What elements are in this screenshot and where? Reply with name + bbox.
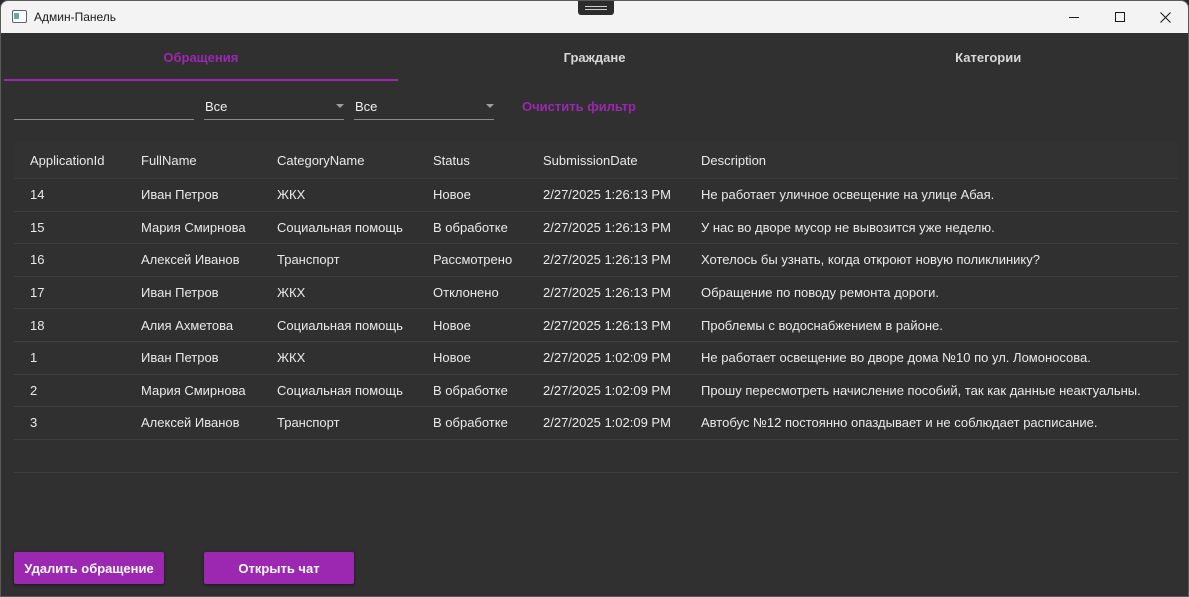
table-cell: 16 — [30, 252, 45, 268]
column-header[interactable]: ApplicationId — [14, 153, 141, 168]
column-header[interactable]: Description — [701, 153, 1178, 168]
table-cell: ЖКХ — [277, 187, 306, 203]
table-cell: Алия Ахметова — [141, 317, 234, 333]
category-filter-select[interactable]: Все — [204, 93, 344, 120]
table-row[interactable]: 2 Мария Смирнова Социальная помощь В обрабо… — [14, 375, 1178, 408]
grid-body: 14 Иван Петров ЖКХ Новое 2/27/2025 1:26:13 P… — [14, 179, 1178, 440]
table-cell: У нас во дворе мусор не вывозится уже не… — [701, 219, 995, 235]
table-cell: ЖКХ — [277, 285, 306, 301]
table-cell: 2/27/2025 1:26:13 PM — [543, 317, 671, 333]
open-chat-button[interactable]: Открыть чат — [204, 552, 354, 584]
minimize-icon — [1069, 16, 1079, 18]
table-cell: Не работает освещение во дворе дома №10 … — [701, 350, 1091, 366]
tab-categories[interactable]: Категории — [791, 33, 1185, 81]
column-header[interactable]: FullName — [141, 153, 277, 168]
table-cell: Иван Петров — [141, 285, 219, 301]
category-filter-value: Все — [205, 99, 228, 114]
table-cell: Мария Смирнова — [141, 219, 246, 235]
table-cell: Социальная помощь — [277, 219, 403, 235]
table-cell: 2 — [30, 382, 38, 398]
table-cell: Иван Петров — [141, 187, 219, 203]
table-cell: Социальная помощь — [277, 317, 403, 333]
table-cell: 2/27/2025 1:26:13 PM — [543, 285, 671, 301]
table-cell: Транспорт — [277, 415, 340, 431]
status-filter-select[interactable]: Все — [354, 93, 494, 120]
close-button[interactable] — [1142, 1, 1188, 33]
table-cell: Хотелось бы узнать, когда откроют новую … — [701, 252, 1040, 268]
table-cell: Мария Смирнова — [141, 382, 246, 398]
table-cell: Рассмотрено — [433, 252, 513, 268]
table-cell: 2/27/2025 1:02:09 PM — [543, 350, 671, 366]
tab-citizens[interactable]: Граждане — [398, 33, 792, 81]
status-filter-value: Все — [355, 99, 378, 114]
table-cell: Не работает уличное освещение на улице А… — [701, 187, 995, 203]
applications-grid[interactable]: ApplicationId FullName CategoryName Stat… — [14, 142, 1178, 473]
table-cell: 15 — [30, 219, 45, 235]
table-cell: 2/27/2025 1:26:13 PM — [543, 187, 671, 203]
maximize-icon — [1115, 12, 1125, 22]
delete-application-button[interactable]: Удалить обращение — [14, 552, 164, 584]
column-header[interactable]: SubmissionDate — [543, 153, 701, 168]
grid-divider — [14, 472, 1178, 473]
table-cell: 2/27/2025 1:26:13 PM — [543, 219, 671, 235]
chevron-down-icon — [486, 104, 494, 108]
table-cell: 2/27/2025 1:02:09 PM — [543, 415, 671, 431]
table-cell: Новое — [433, 317, 471, 333]
maximize-button[interactable] — [1097, 1, 1143, 33]
table-row[interactable]: 17 Иван Петров ЖКХ Отклонено 2/27/2025 1:26:… — [14, 277, 1178, 310]
close-icon — [1159, 11, 1171, 23]
table-cell: В обработке — [433, 219, 508, 235]
admin-window: Админ-Панель Обращения Граждане Категори… — [0, 0, 1189, 597]
table-row[interactable]: 1 Иван Петров ЖКХ Новое 2/27/2025 1:02:09 PM… — [14, 342, 1178, 375]
table-row[interactable]: 18 Алия Ахметова Социальная помощь Новое 2/2… — [14, 309, 1178, 342]
clear-filter-button[interactable]: Очистить фильтр — [522, 99, 636, 114]
chevron-down-icon — [336, 104, 344, 108]
table-cell: 18 — [30, 317, 45, 333]
table-cell: Иван Петров — [141, 350, 219, 366]
table-cell: Новое — [433, 350, 471, 366]
table-cell: Алексей Иванов — [141, 252, 240, 268]
table-cell: 2/27/2025 1:02:09 PM — [543, 382, 671, 398]
table-row[interactable]: 3 Алексей Иванов Транспорт В обработке 2/27/… — [14, 407, 1178, 440]
table-row[interactable]: 15 Мария Смирнова Социальная помощь В обраб… — [14, 212, 1178, 245]
table-cell: В обработке — [433, 415, 508, 431]
table-cell: Социальная помощь — [277, 382, 403, 398]
tab-applications[interactable]: Обращения — [4, 33, 398, 81]
table-cell: Новое — [433, 187, 471, 203]
snap-handle[interactable] — [578, 1, 614, 15]
table-cell: Отклонено — [433, 285, 499, 301]
grid-header: ApplicationId FullName CategoryName Stat… — [14, 142, 1178, 179]
table-cell: В обработке — [433, 382, 508, 398]
table-cell: 2/27/2025 1:26:13 PM — [543, 252, 671, 268]
table-cell: 17 — [30, 285, 45, 301]
table-cell: Проблемы с водоснабжением в районе. — [701, 317, 943, 333]
table-cell: 1 — [30, 350, 38, 366]
column-header[interactable]: CategoryName — [277, 153, 433, 168]
table-cell: ЖКХ — [277, 350, 306, 366]
table-cell: Автобус №12 постоянно опаздывает и не со… — [701, 415, 1098, 431]
app-icon — [12, 10, 27, 23]
column-header[interactable]: Status — [433, 153, 543, 168]
table-cell: 14 — [30, 187, 45, 203]
table-cell: 3 — [30, 415, 38, 431]
search-input[interactable] — [14, 93, 194, 120]
table-cell: Прошу пересмотреть начисление пособий, т… — [701, 382, 1141, 398]
table-cell: Обращение по поводу ремонта дороги. — [701, 285, 939, 301]
table-row[interactable]: 14 Иван Петров ЖКХ Новое 2/27/2025 1:26:13 P… — [14, 179, 1178, 212]
table-cell: Алексей Иванов — [141, 415, 240, 431]
table-cell: Транспорт — [277, 252, 340, 268]
tab-bar: Обращения Граждане Категории — [4, 33, 1185, 81]
window-title: Админ-Панель — [34, 10, 117, 24]
minimize-button[interactable] — [1051, 1, 1097, 33]
title-bar[interactable]: Админ-Панель — [1, 1, 1188, 33]
table-row[interactable]: 16 Алексей Иванов Транспорт Рассмотрено 2/27… — [14, 244, 1178, 277]
